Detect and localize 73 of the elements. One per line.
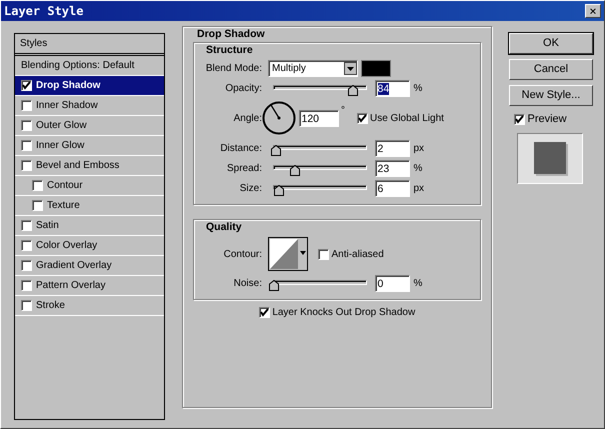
unit-label: px: [412, 142, 426, 156]
checkbox[interactable]: [21, 240, 32, 251]
slider-thumb[interactable]: [269, 280, 279, 290]
checkbox[interactable]: [21, 280, 32, 291]
contour-picker[interactable]: [268, 237, 308, 271]
field-label: Size:: [238, 182, 263, 196]
checkbox[interactable]: [21, 100, 32, 111]
checkbox-label[interactable]: Use Global Light: [356, 110, 444, 126]
list-item[interactable]: Outer Glow: [15, 116, 164, 136]
checkbox[interactable]: [21, 80, 32, 91]
field-value: 6: [378, 182, 384, 194]
checkbox-label[interactable]: Preview: [514, 111, 593, 128]
unit-label: °: [340, 104, 346, 118]
checkbox-label[interactable]: Anti-aliased: [318, 246, 384, 262]
dialog-button[interactable]: Cancel: [509, 59, 593, 80]
field-label: Opacity:: [224, 82, 263, 96]
slider-thumb[interactable]: [290, 164, 300, 176]
value-field[interactable]: 120: [298, 110, 338, 126]
field-value: 23: [378, 162, 390, 174]
field-label: Blend Mode:: [204, 62, 263, 76]
list-item[interactable]: Gradient Overlay: [15, 256, 164, 276]
field-label: Angle:: [232, 112, 263, 126]
slider-thumb[interactable]: [270, 144, 281, 156]
checkbox[interactable]: [21, 300, 32, 311]
list-item[interactable]: Inner Glow: [15, 136, 164, 156]
unit-label: %: [412, 82, 424, 96]
list-item[interactable]: Inner Shadow: [15, 96, 164, 116]
value-field[interactable]: 2: [374, 140, 410, 156]
list-item[interactable]: Drop Shadow: [15, 76, 164, 96]
checkbox-label[interactable]: Layer Knocks Out Drop Shadow: [193, 305, 481, 320]
list-item[interactable]: Satin: [15, 216, 164, 236]
list-item[interactable]: Stroke: [15, 296, 164, 316]
field-value: 2: [378, 142, 384, 154]
checkbox[interactable]: [21, 160, 32, 171]
slider-thumb[interactable]: [348, 84, 358, 96]
list-item[interactable]: Texture: [15, 196, 164, 216]
window-title: Layer Style: [4, 3, 84, 20]
checkbox[interactable]: [32, 180, 43, 191]
checkbox[interactable]: [21, 120, 32, 131]
field-value: 0: [378, 278, 384, 290]
field-label: Contour:: [222, 248, 263, 262]
checkbox[interactable]: [318, 248, 329, 260]
checkbox[interactable]: [21, 140, 32, 151]
checkbox[interactable]: [514, 114, 525, 125]
field-label: Distance:: [219, 142, 263, 156]
list-header: Styles: [20, 37, 48, 51]
angle-dial[interactable]: [262, 101, 296, 135]
value-field[interactable]: 23: [374, 160, 410, 176]
list-item[interactable]: Contour: [15, 176, 164, 196]
checkbox[interactable]: [21, 260, 32, 271]
color-swatch[interactable]: [360, 60, 390, 76]
checkbox[interactable]: [258, 307, 270, 318]
checkbox[interactable]: [21, 220, 32, 231]
list-item[interactable]: Color Overlay: [15, 236, 164, 256]
field-value: 84: [378, 82, 390, 94]
dialog-button[interactable]: OK: [509, 33, 593, 54]
checkbox[interactable]: [356, 112, 368, 124]
dialog-button[interactable]: New Style...: [509, 85, 593, 106]
field-label: Spread:: [226, 162, 263, 176]
blend-mode-dropdown[interactable]: Multiply: [268, 60, 358, 76]
slider-thumb[interactable]: [274, 184, 284, 196]
value-field[interactable]: 0: [374, 274, 410, 292]
preview-swatch: [534, 142, 566, 174]
list-item[interactable]: Bevel and Emboss: [15, 156, 164, 176]
field-label: Noise:: [232, 276, 263, 290]
unit-label: %: [412, 276, 424, 290]
unit-label: %: [412, 162, 424, 176]
list-item[interactable]: Pattern Overlay: [15, 276, 164, 296]
checkbox[interactable]: [32, 200, 43, 211]
value-field[interactable]: 84: [374, 80, 410, 96]
value-field[interactable]: 6: [374, 180, 410, 196]
unit-label: px: [412, 182, 426, 196]
close-button[interactable]: ×: [585, 4, 601, 18]
